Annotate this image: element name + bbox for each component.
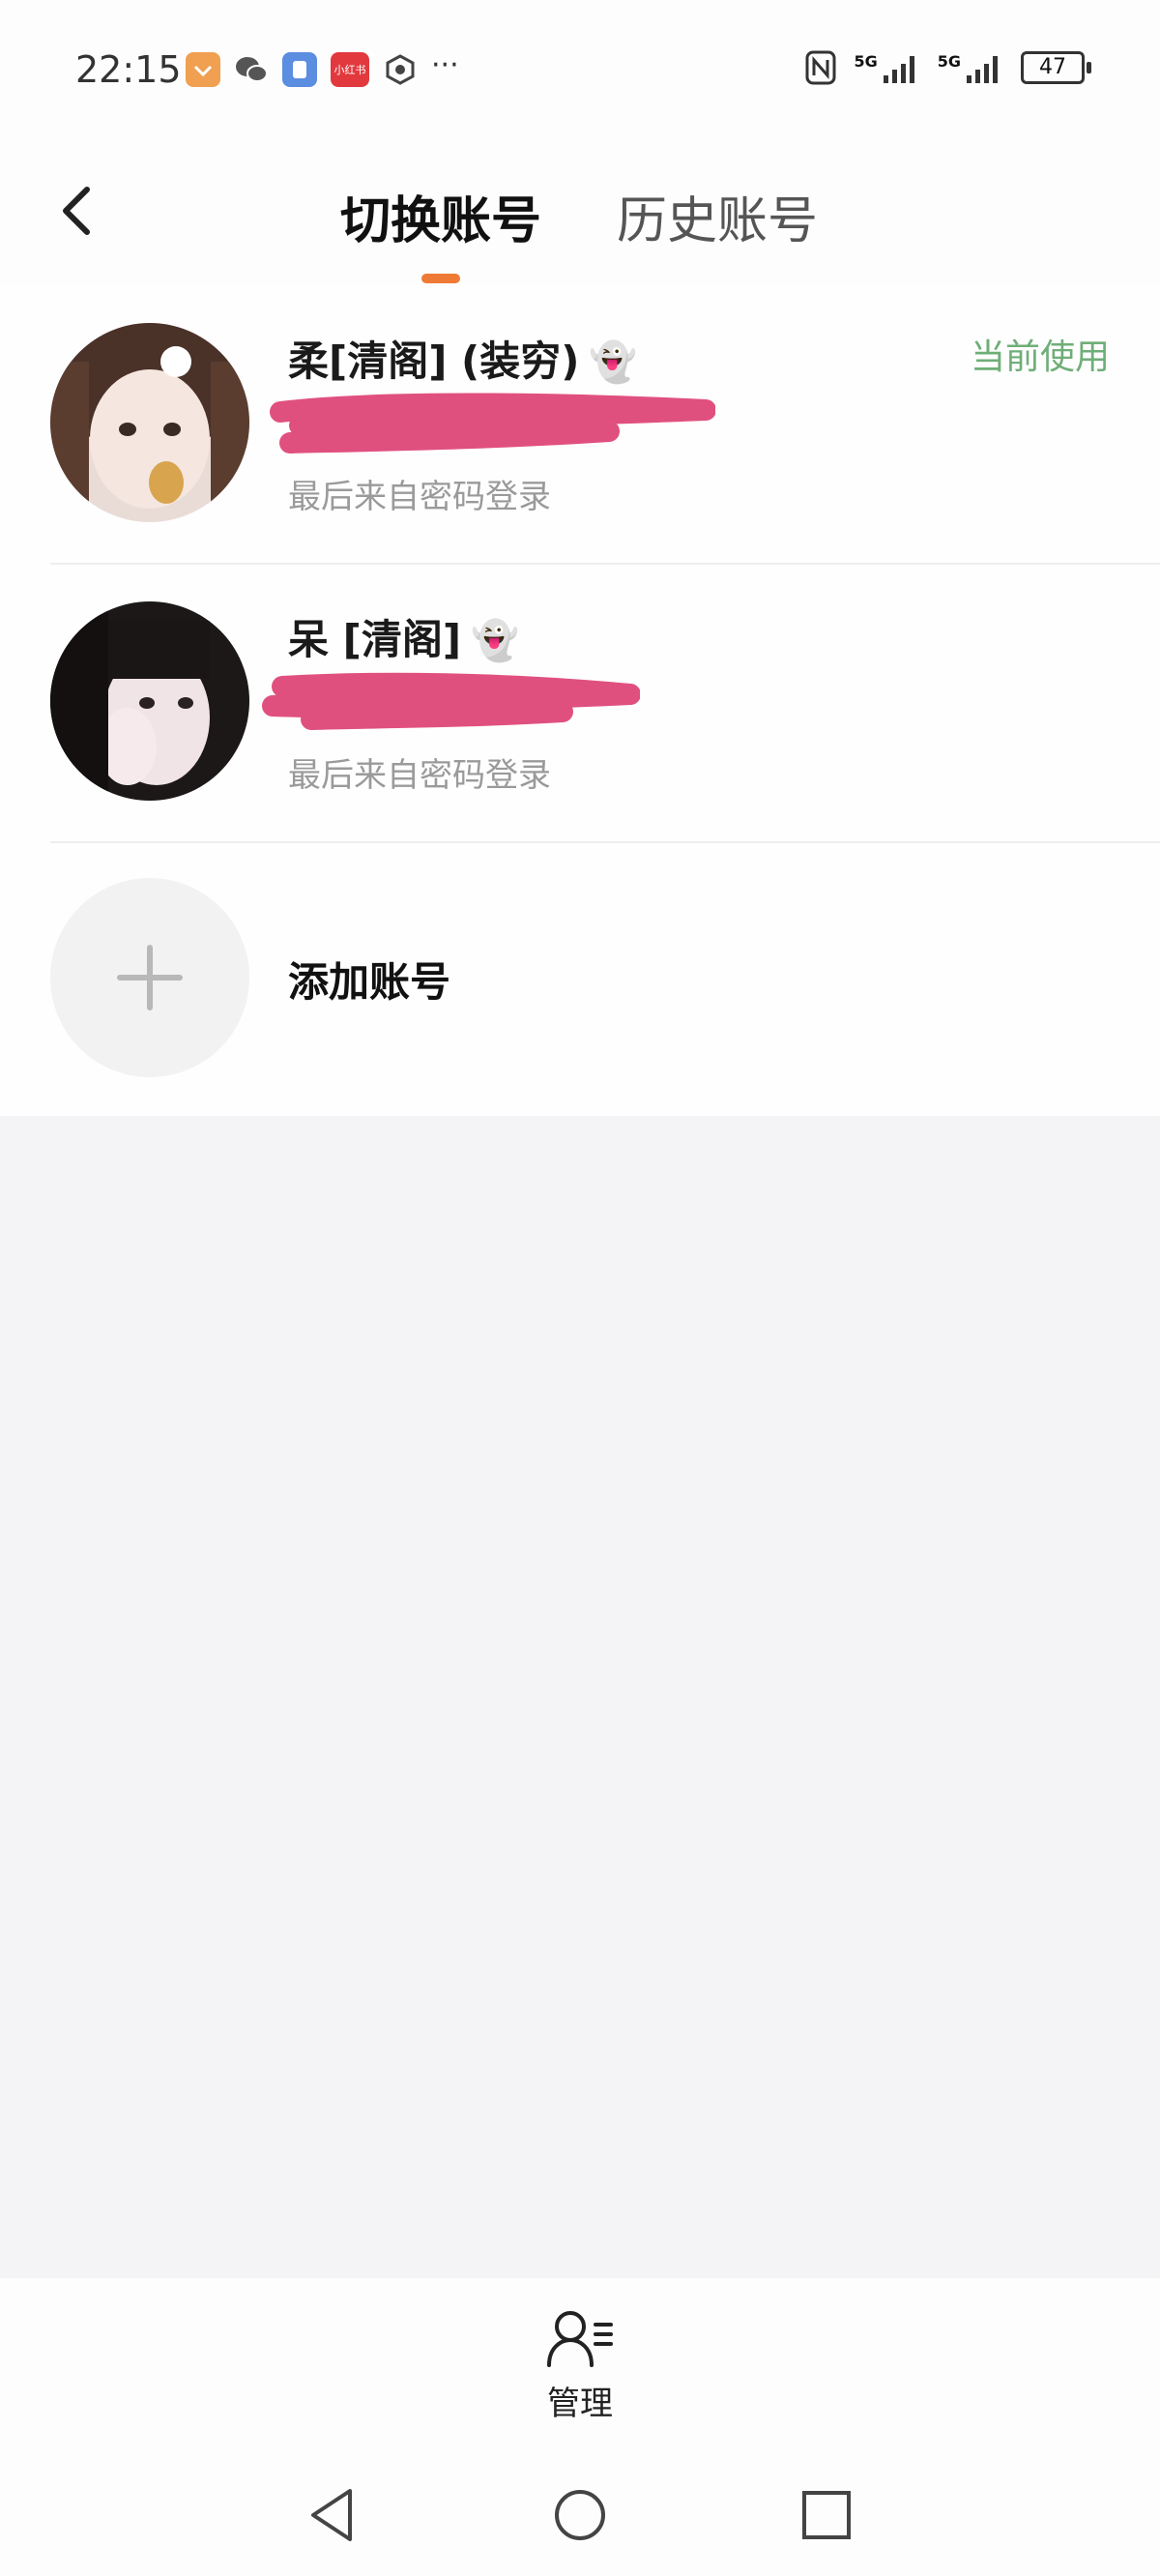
- more-notifications-icon: ···: [431, 48, 459, 82]
- bottom-bar: 管理: [0, 2278, 1160, 2576]
- status-bar: 22:15 小红书 ··· 5G 5G 47: [0, 0, 1160, 145]
- avatar: [50, 323, 249, 522]
- account-login-info: 最后来自密码登录: [288, 478, 551, 516]
- current-account-tag: 当前使用: [970, 337, 1110, 377]
- nfc-icon: [805, 50, 836, 85]
- square-recents-icon: [802, 2491, 851, 2539]
- manage-label: 管理: [547, 2385, 613, 2423]
- manage-button[interactable]: 管理: [522, 2307, 638, 2433]
- nav-recents-button[interactable]: [793, 2481, 860, 2549]
- status-time: 22:15: [75, 48, 182, 91]
- signal-1-icon: 5G: [854, 52, 919, 83]
- signal-1-label: 5G: [854, 52, 878, 71]
- active-tab-indicator: [421, 274, 460, 283]
- hand-icon: [383, 52, 418, 87]
- account-row-1[interactable]: 柔[清阁] (装穷) 👻 最后来自密码登录 当前使用: [0, 286, 1160, 565]
- ghost-icon: 👻: [471, 619, 519, 663]
- account-name-text: 柔[清阁] (装穷): [288, 337, 580, 385]
- circle-home-icon: [555, 2490, 605, 2540]
- account-name-text: 呆 [清阁]: [288, 616, 462, 663]
- taobao-icon: [186, 52, 220, 87]
- account-row-2[interactable]: 呆 [清阁] 👻 最后来自密码登录: [0, 565, 1160, 843]
- battery-level: 47: [1039, 55, 1066, 79]
- tab-switch-account[interactable]: 切换账号: [340, 180, 541, 252]
- account-name: 柔[清阁] (装穷) 👻: [288, 329, 637, 388]
- redaction-mark: [270, 393, 715, 454]
- tab-history-account[interactable]: 历史账号: [617, 180, 818, 252]
- account-name: 呆 [清阁] 👻: [288, 607, 519, 666]
- battery-icon: 47: [1021, 51, 1091, 84]
- add-account-label: 添加账号: [288, 958, 451, 1006]
- app-icon: [282, 52, 317, 87]
- plus-icon: [117, 945, 183, 1010]
- account-login-info: 最后来自密码登录: [288, 756, 551, 795]
- user-manage-icon: [547, 2311, 613, 2367]
- signal-2-label: 5G: [937, 52, 961, 71]
- add-account-button[interactable]: [50, 878, 249, 1077]
- ghost-icon: 👻: [589, 340, 638, 385]
- nav-back-button[interactable]: [300, 2481, 367, 2549]
- back-button[interactable]: [50, 182, 108, 240]
- wechat-icon: [234, 52, 269, 87]
- chevron-left-icon: [63, 187, 90, 235]
- nav-home-button[interactable]: [546, 2481, 614, 2549]
- avatar: [50, 601, 249, 801]
- xiaohongshu-label: 小红书: [334, 64, 366, 76]
- redaction-mark: [262, 672, 640, 730]
- xiaohongshu-icon: 小红书: [331, 52, 369, 87]
- system-icons: 5G 5G 47: [805, 50, 1091, 85]
- triangle-back-icon: [311, 2489, 352, 2541]
- header: 切换账号 历史账号: [0, 145, 1160, 286]
- account-list: 柔[清阁] (装穷) 👻 最后来自密码登录 当前使用 呆 [清阁] 👻 最后来自…: [0, 286, 1160, 1116]
- notification-icons: 小红书 ···: [186, 51, 459, 87]
- add-account-row[interactable]: 添加账号: [0, 843, 1160, 1116]
- signal-2-icon: 5G: [938, 52, 1003, 83]
